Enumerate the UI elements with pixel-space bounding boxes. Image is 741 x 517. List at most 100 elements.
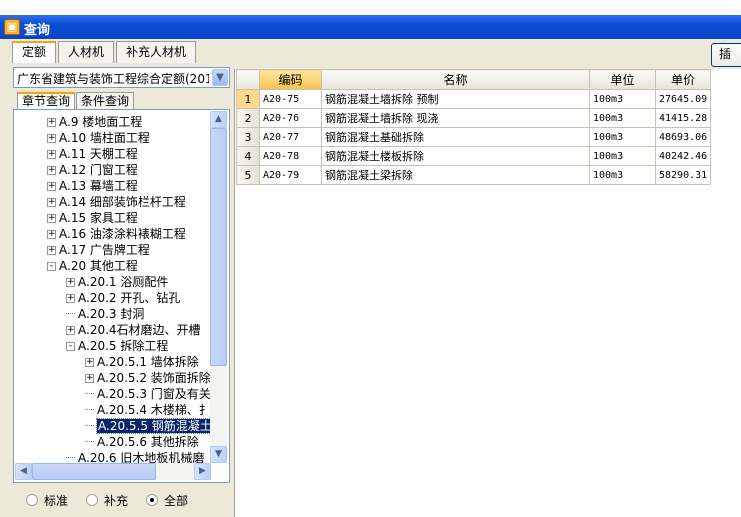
tree-item[interactable]: - A.20.5 拆除工程 [66, 338, 168, 354]
tree-item-label[interactable]: A.12 门窗工程 [59, 163, 138, 177]
tree-vertical-scrollbar[interactable]: ▲ ▼ [210, 111, 227, 463]
cell-price[interactable]: 40242.46 [654, 146, 712, 166]
tree-item[interactable]: + A.13 幕墙工程 [47, 178, 138, 194]
expand-icon[interactable]: + [47, 150, 56, 159]
collapse-icon[interactable]: - [66, 342, 75, 351]
cell-unit[interactable]: 100m3 [589, 108, 656, 128]
tree-item[interactable]: A.20.5.4 木楼梯、扌 [85, 402, 210, 418]
expand-icon[interactable]: + [66, 294, 75, 303]
tree-item-label[interactable]: A.9 楼地面工程 [59, 115, 142, 129]
table-row[interactable]: 3 A20-77 钢筋混凝土基础拆除 100m3 48693.06 [236, 127, 712, 147]
cell-code[interactable]: A20-76 [259, 108, 322, 128]
radio-supplementary[interactable]: 补充 [86, 492, 128, 508]
tree-vertical-thumb[interactable] [210, 128, 227, 366]
scroll-left-icon[interactable]: ◀ [15, 463, 32, 480]
tree-item[interactable]: + A.14 细部装饰栏杆工程 [47, 194, 186, 210]
expand-icon[interactable]: + [47, 214, 56, 223]
cell-code[interactable]: A20-77 [259, 127, 322, 147]
tree-item[interactable]: + A.20.2 开孔、钻孔 [66, 290, 180, 306]
tree-item-label[interactable]: A.17 广告牌工程 [59, 243, 150, 257]
expand-icon[interactable]: + [47, 118, 56, 127]
scroll-up-icon[interactable]: ▲ [210, 111, 227, 128]
cell-code[interactable]: A20-75 [259, 89, 322, 109]
expand-icon[interactable]: + [47, 198, 56, 207]
cell-price[interactable]: 41415.28 [654, 108, 712, 128]
expand-icon[interactable]: + [47, 166, 56, 175]
cell-unit[interactable]: 100m3 [589, 146, 656, 166]
tree-item[interactable]: A.20.5.6 其他拆除 [85, 434, 199, 450]
table-row[interactable]: 1 A20-75 钢筋混凝土墙拆除 预制 100m3 27645.09 [236, 89, 712, 109]
tree-item[interactable]: A.20.6 旧木地板机械磨 [66, 450, 204, 464]
tree-item-label[interactable]: A.20.5.6 其他拆除 [97, 435, 199, 449]
tree-item[interactable]: + A.17 广告牌工程 [47, 242, 150, 258]
tree-item[interactable]: + A.15 家具工程 [47, 210, 138, 226]
header-rownum[interactable] [236, 69, 260, 90]
table-row[interactable]: 4 A20-78 钢筋混凝土楼板拆除 100m3 40242.46 [236, 146, 712, 166]
tree-item[interactable]: A.20.5.5 钢筋混凝土 [85, 418, 210, 434]
tree-item[interactable]: + A.20.1 浴厕配件 [66, 274, 168, 290]
expand-icon[interactable]: + [85, 374, 94, 383]
header-price[interactable]: 单价 [654, 69, 712, 90]
tree-horizontal-thumb[interactable] [32, 463, 156, 480]
tree-item-label[interactable]: A.20.5 拆除工程 [78, 339, 168, 353]
tree-item-label[interactable]: A.20.5.5 钢筋混凝土 [96, 418, 210, 434]
row-number[interactable]: 3 [236, 127, 260, 147]
cell-name[interactable]: 钢筋混凝土墙拆除 现浇 [321, 108, 590, 128]
expand-icon[interactable]: + [85, 358, 94, 367]
tree-item-label[interactable]: A.20.5.3 门窗及有关 [97, 387, 210, 401]
expand-icon[interactable]: + [47, 230, 56, 239]
chevron-down-icon[interactable]: ▼ [212, 69, 228, 86]
tree-item[interactable]: + A.20.4石材磨边、开槽 [66, 322, 201, 338]
cell-code[interactable]: A20-78 [259, 146, 322, 166]
header-code[interactable]: 编码 [259, 69, 322, 90]
tree-item-label[interactable]: A.11 天棚工程 [59, 147, 138, 161]
tree-item-label[interactable]: A.13 幕墙工程 [59, 179, 138, 193]
tree-item[interactable]: + A.16 油漆涂料裱糊工程 [47, 226, 186, 242]
cell-name[interactable]: 钢筋混凝土楼板拆除 [321, 146, 590, 166]
tree-item-label[interactable]: A.20.5.4 木楼梯、扌 [97, 403, 210, 417]
row-number[interactable]: 1 [236, 89, 260, 109]
cell-name[interactable]: 钢筋混凝土基础拆除 [321, 127, 590, 147]
tab-quota[interactable]: 定额 [12, 41, 57, 63]
tree-item[interactable]: + A.10 墙柱面工程 [47, 130, 150, 146]
insert-button[interactable]: 插 [711, 43, 741, 67]
scroll-right-icon[interactable]: ▶ [194, 463, 211, 480]
cell-unit[interactable]: 100m3 [589, 89, 656, 109]
radio-all[interactable]: 全部 [146, 492, 188, 508]
quota-library-select[interactable]: 广东省建筑与装饰工程综合定额(201 ▼ [13, 67, 230, 88]
tab-condition-search[interactable]: 条件查询 [76, 92, 135, 110]
tree-item-label[interactable]: A.14 细部装饰栏杆工程 [59, 195, 186, 209]
collapse-icon[interactable]: - [47, 262, 56, 271]
table-row[interactable]: 5 A20-79 钢筋混凝土梁拆除 100m3 58290.31 [236, 165, 712, 185]
tree-item-label[interactable]: A.20.1 浴厕配件 [78, 275, 168, 289]
radio-standard[interactable]: 标准 [26, 492, 68, 508]
row-number[interactable]: 5 [236, 165, 260, 185]
tree-item-label[interactable]: A.20.5.2 装饰面拆除 [97, 371, 210, 385]
tree-item-label[interactable]: A.20.4石材磨边、开槽 [78, 323, 201, 337]
tree-item[interactable]: A.20.5.3 门窗及有关 [85, 386, 210, 402]
cell-price[interactable]: 27645.09 [654, 89, 712, 109]
tree-item-label[interactable]: A.20.5.1 墙体拆除 [97, 355, 199, 369]
tree-item-label[interactable]: A.16 油漆涂料裱糊工程 [59, 227, 186, 241]
tree-item[interactable]: A.20.3 封洞 [66, 306, 144, 322]
expand-icon[interactable]: + [66, 326, 75, 335]
header-name[interactable]: 名称 [321, 69, 590, 90]
cell-code[interactable]: A20-79 [259, 165, 322, 185]
tree-item-label[interactable]: A.20 其他工程 [59, 259, 138, 273]
radio-supplementary-dot[interactable] [86, 494, 99, 506]
tree-item[interactable]: + A.11 天棚工程 [47, 146, 138, 162]
table-row[interactable]: 2 A20-76 钢筋混凝土墙拆除 现浇 100m3 41415.28 [236, 108, 712, 128]
cell-price[interactable]: 48693.06 [654, 127, 712, 147]
row-number[interactable]: 2 [236, 108, 260, 128]
tree-item-label[interactable]: A.20.2 开孔、钻孔 [78, 291, 180, 305]
cell-name[interactable]: 钢筋混凝土墙拆除 预制 [321, 89, 590, 109]
cell-price[interactable]: 58290.31 [654, 165, 712, 185]
row-number[interactable]: 4 [236, 146, 260, 166]
cell-unit[interactable]: 100m3 [589, 165, 656, 185]
tab-supplementary-materials[interactable]: 补充人材机 [116, 41, 197, 63]
header-unit[interactable]: 单位 [589, 69, 656, 90]
tab-chapter-search[interactable]: 章节查询 [17, 92, 76, 110]
scroll-down-icon[interactable]: ▼ [210, 446, 227, 463]
tab-materials[interactable]: 人材机 [58, 41, 115, 63]
tree-horizontal-scrollbar[interactable]: ◀ ▶ [15, 463, 211, 480]
